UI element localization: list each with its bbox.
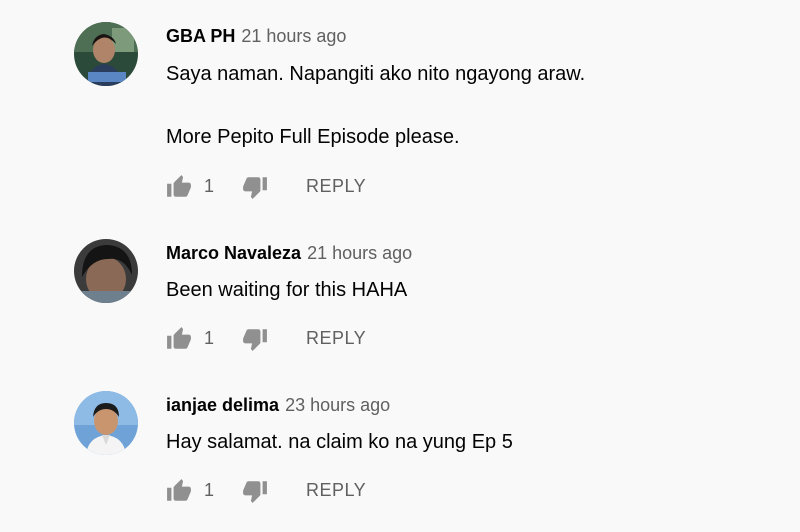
thumb-down-icon[interactable]	[242, 326, 268, 352]
author-name[interactable]: ianjae delima	[166, 395, 279, 415]
reply-button[interactable]: REPLY	[306, 176, 366, 197]
author-name[interactable]: Marco Navaleza	[166, 243, 301, 263]
comment-timestamp[interactable]: 21 hours ago	[241, 26, 346, 46]
comment-timestamp[interactable]: 23 hours ago	[285, 395, 390, 415]
comment-thread-item: GBA PH 21 hours ago Saya naman. Napangiti…	[0, 0, 800, 210]
comment-text-line: Been waiting for this HAHA	[166, 279, 408, 301]
reply-button[interactable]: REPLY	[306, 480, 366, 501]
like-count: 1	[204, 328, 215, 348]
comment-action-bar: 1 REPLY	[166, 174, 426, 200]
thumb-up-icon[interactable]	[166, 326, 192, 352]
thumb-up-icon[interactable]	[166, 174, 192, 200]
comment-action-bar: 1 REPLY	[166, 478, 426, 504]
comment-text-line: Saya naman. Napangiti ako nito ngayong a…	[166, 63, 586, 85]
comment-header: Marco Navaleza 21 hours ago	[166, 242, 412, 264]
avatar[interactable]	[74, 239, 138, 303]
comment-header: GBA PH 21 hours ago	[166, 25, 346, 47]
avatar[interactable]	[74, 391, 138, 455]
reply-button[interactable]: REPLY	[306, 328, 366, 349]
thumb-down-icon[interactable]	[242, 478, 268, 504]
avatar[interactable]	[74, 22, 138, 86]
comment-thread-item: ianjae delima 23 hours ago Hay salamat. n…	[0, 362, 800, 532]
author-name[interactable]: GBA PH	[166, 26, 235, 46]
comment-timestamp[interactable]: 21 hours ago	[307, 243, 412, 263]
like-count: 1	[204, 176, 215, 196]
thumb-up-icon[interactable]	[166, 478, 192, 504]
comment-action-bar: 1 REPLY	[166, 326, 426, 352]
thumb-down-icon[interactable]	[242, 174, 268, 200]
comment-text-line: Hay salamat. na claim ko na yung Ep 5	[166, 431, 513, 453]
comment-thread-item: Marco Navaleza 21 hours ago Been waiting …	[0, 210, 800, 362]
like-count: 1	[204, 480, 215, 500]
comment-text-line: More Pepito Full Episode please.	[166, 126, 460, 148]
comment-header: ianjae delima 23 hours ago	[166, 394, 390, 416]
